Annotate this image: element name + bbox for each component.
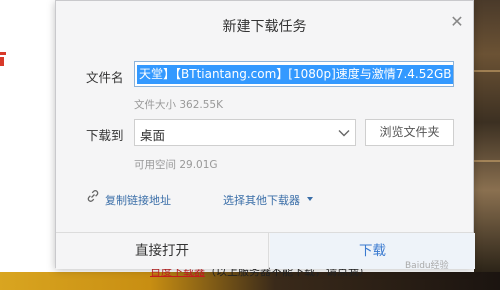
- filename-selected-text: 天堂】【BTtiantang.com】[1080p]速度与激情7.4.52GB: [137, 65, 453, 84]
- caret-down-icon[interactable]: [307, 197, 313, 201]
- filename-label: 文件名: [86, 70, 124, 85]
- file-size-text: 文件大小 362.55K: [134, 99, 223, 111]
- background-accent: [0, 52, 6, 55]
- save-to-label: 下载到: [86, 128, 124, 143]
- choose-downloader-button[interactable]: 选择其他下载器: [223, 192, 300, 208]
- close-icon[interactable]: ✕: [449, 14, 465, 30]
- copy-link-button[interactable]: 复制链接地址: [105, 192, 171, 208]
- link-icon: [87, 190, 99, 202]
- new-download-dialog: 新建下载任务 ✕ 文件名 天堂】【BTtiantang.com】[1080p]速…: [55, 0, 475, 269]
- folder-value: 桌面: [140, 128, 166, 143]
- filename-field[interactable]: 天堂】【BTtiantang.com】[1080p]速度与激情7.4.52GB: [134, 61, 454, 87]
- background-accent-2: [0, 57, 4, 66]
- dialog-title: 新建下载任务: [222, 19, 307, 35]
- background-game-detail: [474, 160, 500, 162]
- watermark: Baidu经验: [405, 261, 449, 271]
- chevron-down-icon: [338, 130, 350, 137]
- open-directly-button[interactable]: 直接打开: [56, 233, 269, 269]
- background-game-detail: [474, 70, 500, 72]
- browse-folder-button[interactable]: 浏览文件夹: [365, 119, 454, 146]
- background-game-image: [474, 0, 500, 272]
- free-space-text: 可用空间 29.01G: [134, 159, 218, 171]
- folder-select[interactable]: 桌面: [134, 119, 356, 146]
- background-page: [0, 0, 56, 235]
